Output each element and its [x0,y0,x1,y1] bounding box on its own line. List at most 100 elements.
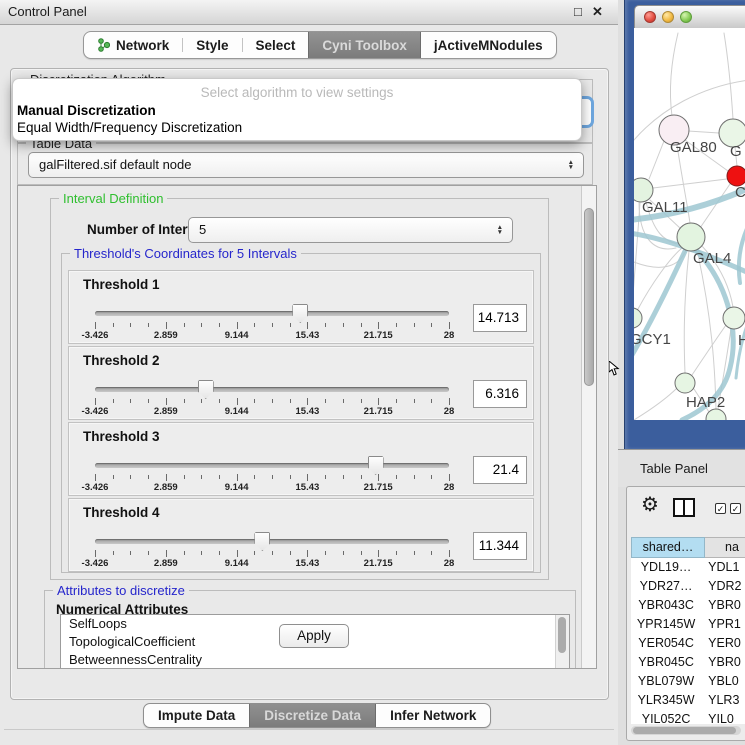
tab-cyni-toolbox[interactable]: Cyni Toolbox [308,32,421,58]
table-row[interactable]: YIL052CYIL0 [631,710,745,724]
table-row[interactable]: YLR345WYLR3 [631,691,745,710]
table-row[interactable]: YDL19…YDL1 [631,558,745,577]
tab-infer-network[interactable]: Infer Network [376,704,490,727]
slider-tick [148,323,149,327]
dock-bottom-edge [4,729,614,730]
slider-tick [95,322,96,329]
slider-track[interactable] [95,311,449,316]
slider-track[interactable] [95,539,449,544]
table-horizontal-scrollbar[interactable] [631,726,741,735]
network-window[interactable]: GAL80GCGAL11GAL4GCY1HHAP2 [624,0,745,449]
table-row[interactable]: YDR27…YDR2 [631,577,745,596]
slider-tick [113,475,114,479]
threshold-value-field[interactable]: 11.344 [473,532,527,560]
slider-tick [219,399,220,403]
network-edge[interactable] [684,251,689,373]
slider-tick-label: 28 [444,558,455,569]
cell-name: YIL0 [701,710,745,724]
network-node[interactable] [634,308,642,328]
network-node[interactable] [727,166,745,186]
tab-select[interactable]: Select [243,32,309,58]
slider-thumb[interactable] [198,380,214,399]
algorithm-option-equal-width[interactable]: Equal Width/Frequency Discretization [17,120,242,135]
network-edge[interactable] [724,33,733,119]
network-edge[interactable] [634,388,677,420]
slider-tick [95,474,96,481]
gear-icon[interactable]: ⚙ [641,493,659,517]
close-panel-icon[interactable]: ✕ [592,0,603,24]
network-edge[interactable] [739,224,745,283]
list-scrollbar[interactable] [555,615,569,669]
attribute-item[interactable]: BetweennessCentrality [61,651,569,669]
cell-name: YBR0 [701,653,745,672]
network-icon [97,38,110,53]
slider-tick [201,551,202,555]
slider-thumb[interactable] [292,304,308,323]
settings-scrollbar-thumb[interactable] [584,208,594,386]
tab-discretize-data[interactable]: Discretize Data [249,704,376,727]
network-edge[interactable] [692,325,726,375]
table-horizontal-scrollbar-thumb[interactable] [633,727,736,734]
tab-impute-data[interactable]: Impute Data [144,704,249,727]
table-row[interactable]: YBR045CYBR0 [631,653,745,672]
list-scrollbar-thumb[interactable] [558,617,566,653]
threshold-value-field[interactable]: 21.4 [473,456,527,484]
network-edge[interactable] [649,141,664,179]
table-data-select[interactable]: galFiltered.sif default node ▲▼ [28,152,584,178]
network-window-titlebar[interactable] [634,5,745,30]
table-row[interactable]: YBL079WYBL0 [631,672,745,691]
slider-tick [361,323,362,327]
threshold-label: Threshold 2 [83,353,160,368]
interval-definition-group: Interval Definition Number of Intervals … [50,198,549,580]
tab-network[interactable]: Network [84,32,182,58]
settings-scrollbar[interactable] [581,186,596,668]
tab-discretize-data-label: Discretize Data [264,708,361,723]
slider-tick [130,551,131,555]
slider-tick-label: 28 [444,330,455,341]
network-view[interactable]: GAL80GCGAL11GAL4GCY1HHAP2 [634,28,745,420]
float-panel-icon[interactable]: □ [574,0,582,24]
slider-tick [166,398,167,405]
minimize-window-icon[interactable] [662,11,674,23]
slider-tick-label: 28 [444,482,455,493]
slider-tick [148,551,149,555]
number-of-intervals-select[interactable]: 5 ▲▼ [188,217,513,243]
threshold-box: Threshold 3-3.4262.8599.14415.4321.71528… [68,422,534,496]
threshold-value-field[interactable]: 6.316 [473,380,527,408]
apply-button[interactable]: Apply [279,624,349,648]
network-edge[interactable] [653,179,727,188]
checkbox-icon[interactable]: ✓ [730,503,741,514]
table-row[interactable]: YER054CYER0 [631,634,745,653]
close-window-icon[interactable] [644,11,656,23]
spinner-arrows-icon: ▲▼ [568,160,574,170]
network-edge[interactable] [670,33,678,116]
slider-thumb[interactable] [254,532,270,551]
algorithm-option-manual[interactable]: Manual Discretization [17,103,156,118]
network-node[interactable] [677,223,705,251]
column-header-name[interactable]: na [705,537,745,558]
table-row[interactable]: YPR145WYPR1 [631,615,745,634]
column-header-shared-name[interactable]: shared… [631,537,705,558]
tab-jactivemnodules[interactable]: jActiveMNodules [421,32,556,58]
slider-tick [184,323,185,327]
slider-tick-label: 28 [444,406,455,417]
control-panel-title: Control Panel [8,0,87,24]
network-node-label: GAL11 [642,199,688,216]
slider-tick-label: -3.426 [82,406,109,417]
slider-tick-label: 9.144 [225,558,249,569]
control-panel: Control Panel □ ✕ Network Style [0,0,618,745]
maximize-window-icon[interactable] [680,11,692,23]
table-row[interactable]: YBR043CYBR0 [631,596,745,615]
tab-style[interactable]: Style [183,32,241,58]
network-node[interactable] [675,373,695,393]
network-edge[interactable] [688,131,719,133]
slider-track[interactable] [95,387,449,392]
split-columns-icon[interactable] [673,498,695,517]
slider-thumb[interactable] [368,456,384,475]
checkbox-icon[interactable]: ✓ [715,503,726,514]
threshold-value-field[interactable]: 14.713 [473,304,527,332]
slider-track[interactable] [95,463,449,468]
tab-impute-data-label: Impute Data [158,708,235,723]
network-node[interactable] [723,307,745,329]
slider-tick [184,399,185,403]
